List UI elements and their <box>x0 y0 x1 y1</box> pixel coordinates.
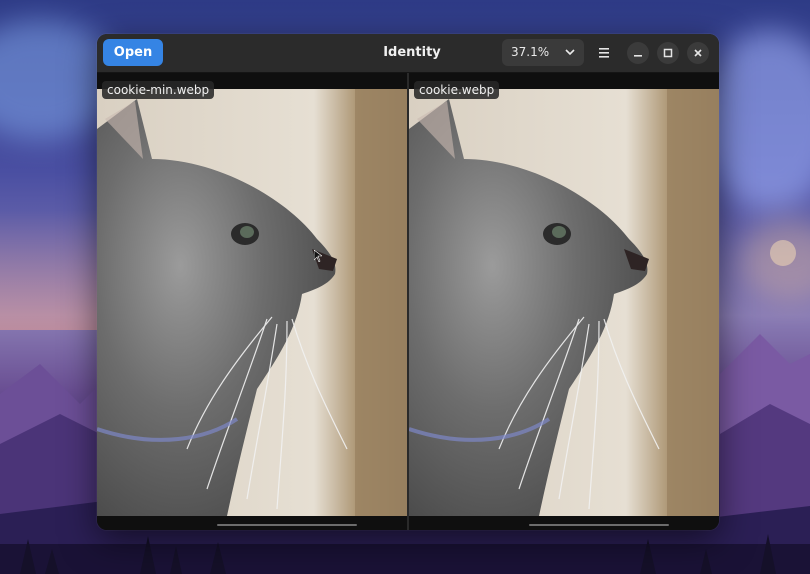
open-button[interactable]: Open <box>103 39 163 66</box>
close-icon <box>694 49 702 57</box>
filename-label: cookie.webp <box>414 81 500 99</box>
pane-bottom-bar <box>409 516 719 530</box>
cat-photo <box>409 89 719 516</box>
cat-image <box>97 89 407 516</box>
zoom-value: 37.1% <box>511 45 550 59</box>
filename-label: cookie-min.webp <box>102 81 215 99</box>
minimize-icon <box>634 55 642 57</box>
chevron-down-icon <box>565 49 575 56</box>
maximize-button[interactable] <box>657 42 679 64</box>
hamburger-menu-icon <box>599 48 609 58</box>
wallpaper-moon <box>770 240 796 266</box>
close-button[interactable] <box>687 42 709 64</box>
horizontal-scrollbar[interactable] <box>217 524 357 526</box>
identity-window: Open Identity 37.1% cookie-min.webp cook… <box>97 34 719 530</box>
minimize-button[interactable] <box>627 42 649 64</box>
headerbar: Open Identity 37.1% <box>97 34 719 73</box>
main-menu-button[interactable] <box>593 42 615 64</box>
horizontal-scrollbar[interactable] <box>529 524 669 526</box>
mouse-cursor-icon <box>314 250 322 262</box>
window-title: Identity <box>383 45 441 60</box>
maximize-icon <box>663 48 673 58</box>
image-pane-left[interactable]: cookie-min.webp <box>97 73 407 530</box>
image-pane-right[interactable]: cookie.webp <box>409 73 719 530</box>
pane-bottom-bar <box>97 516 407 530</box>
zoom-dropdown[interactable]: 37.1% <box>502 39 584 66</box>
cat-image <box>409 89 719 516</box>
cat-photo <box>97 89 407 516</box>
